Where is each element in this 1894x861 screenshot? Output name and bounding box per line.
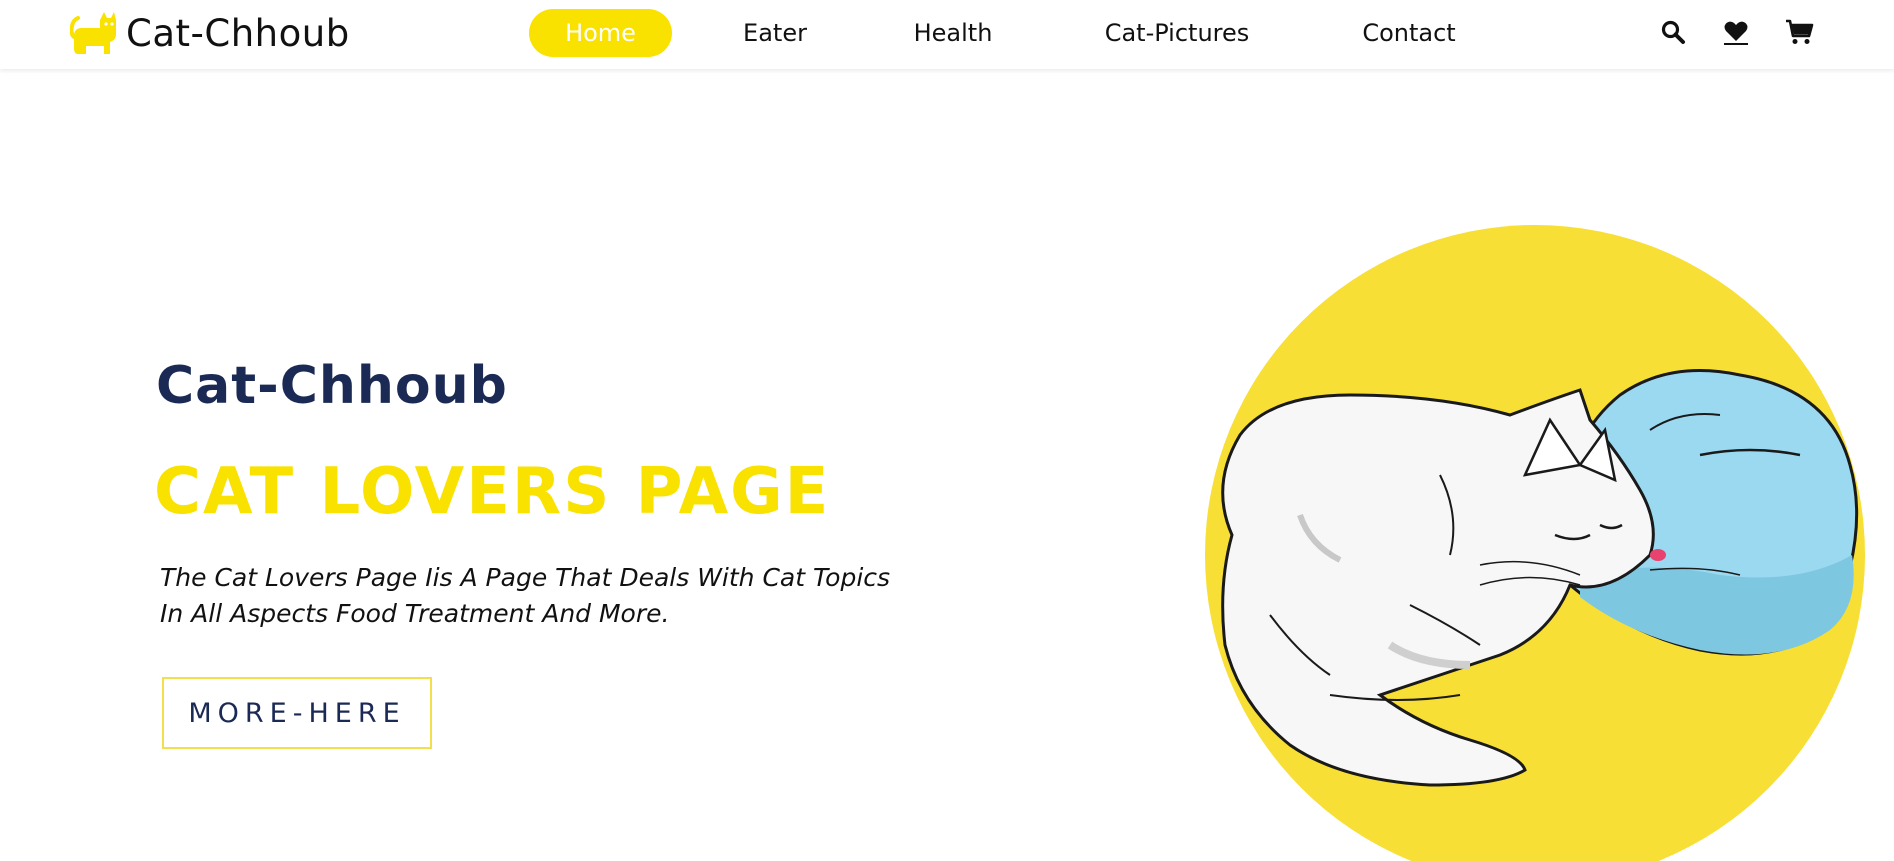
nav-health[interactable]: Health [903,9,1003,57]
cart-icon[interactable] [1784,17,1814,47]
cat-icon [70,12,116,54]
brand-name: Cat-Chhoub [126,11,350,55]
more-here-button[interactable]: MORE-HERE [162,677,432,749]
hero-description: The Cat Lovers Page Iis A Page That Deal… [160,563,891,628]
heart-icon[interactable] [1721,17,1751,47]
nav-cat-pictures[interactable]: Cat-Pictures [1092,9,1262,57]
nav-eater[interactable]: Eater [730,9,820,57]
brand-logo-link[interactable]: Cat-Chhoub [70,8,350,58]
search-icon[interactable] [1658,17,1688,47]
nav-home[interactable]: Home [529,9,672,57]
nav-contact[interactable]: Contact [1352,9,1466,57]
site-header: Cat-Chhoub Home Eater Health Cat-Picture… [0,0,1894,69]
sleeping-cat-illustration [1205,225,1865,861]
hero-subtitle: Cat-Chhoub [156,356,508,416]
hero-title: CAT LOVERS PAGE [154,455,831,529]
